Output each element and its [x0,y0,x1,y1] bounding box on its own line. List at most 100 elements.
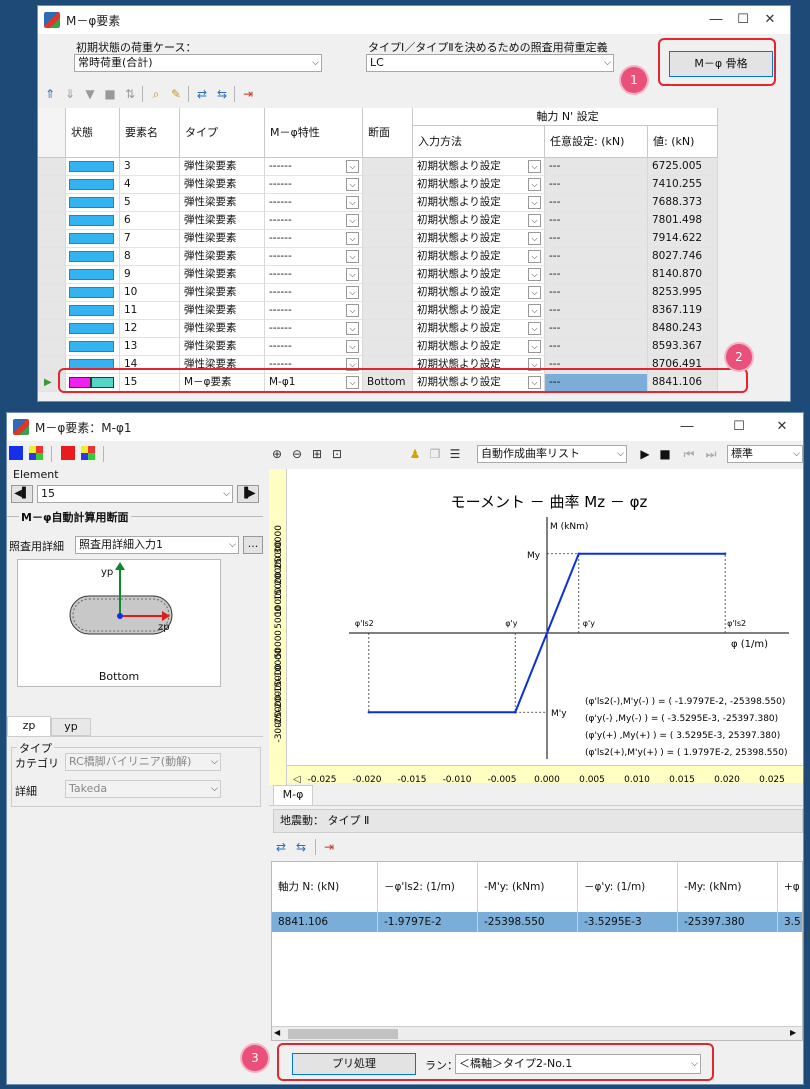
row-header[interactable] [38,302,66,320]
scroll-thumb[interactable] [288,1029,398,1039]
view-mode-select[interactable]: 標準 ⌵ [727,445,803,463]
chevron-down-icon[interactable]: ⌵ [346,196,359,209]
cell-mphi[interactable]: ------ ⌵ [265,230,363,248]
row-header[interactable] [38,248,66,266]
table-row[interactable]: 11 弾性梁要素 ------ ⌵ 初期状態より設定 ⌵ --- 8367.119 [38,302,718,320]
chevron-down-icon[interactable]: ⌵ [346,214,359,227]
renumber-icon[interactable]: ⇆ [293,839,309,855]
chevron-down-icon[interactable]: ⌵ [346,160,359,173]
table-row[interactable]: 3 弾性梁要素 ------ ⌵ 初期状態より設定 ⌵ --- 6725.005 [38,158,718,176]
cell-opt[interactable]: --- [545,194,648,212]
cell-mphi[interactable]: ------ ⌵ [265,212,363,230]
table-row[interactable]: 6 弾性梁要素 ------ ⌵ 初期状態より設定 ⌵ --- 7801.498 [38,212,718,230]
chevron-down-icon[interactable]: ⌵ [528,160,541,173]
sort-icon[interactable]: ⇅ [122,86,138,102]
chevron-down-icon[interactable]: ⌵ [528,286,541,299]
row-header[interactable] [38,284,66,302]
scroll-right-icon[interactable]: ▶ [790,1028,796,1037]
table-row[interactable]: 4 弾性梁要素 ------ ⌵ 初期状態より設定 ⌵ --- 7410.255 [38,176,718,194]
search-icon[interactable]: ⌕ [148,86,164,102]
cell-mphi[interactable]: ------ ⌵ [265,248,363,266]
curve-list-select[interactable]: 自動作成曲率リスト ⌵ [477,445,627,463]
maximize-icon[interactable]: ☐ [728,10,758,30]
swap-icon[interactable]: ⇄ [194,86,210,102]
cell-method[interactable]: 初期状態より設定 ⌵ [413,302,545,320]
maximize-icon[interactable]: ☐ [719,417,759,437]
color-palette-icon[interactable] [29,446,43,460]
chevron-down-icon[interactable]: ⌵ [346,304,359,317]
copy-icon[interactable]: ❐ [427,446,443,462]
zoom-out-icon[interactable]: ⊖ [289,446,305,462]
cell-mphi[interactable]: ------ ⌵ [265,158,363,176]
row-header[interactable] [38,194,66,212]
chevron-down-icon[interactable]: ⌵ [346,340,359,353]
table-row[interactable]: 13 弾性梁要素 ------ ⌵ 初期状態より設定 ⌵ --- 8593.367 [38,338,718,356]
minimize-icon[interactable]: ― [667,417,707,437]
tab-zp[interactable]: zp [7,716,51,736]
table-row[interactable]: 12 弾性梁要素 ------ ⌵ 初期状態より設定 ⌵ --- 8480.243 [38,320,718,338]
close-icon[interactable]: ✕ [762,417,802,437]
chevron-down-icon[interactable]: ⌵ [346,322,359,335]
table-row[interactable]: 7 弾性梁要素 ------ ⌵ 初期状態より設定 ⌵ --- 7914.622 [38,230,718,248]
element-select[interactable]: 15 ⌵ [37,485,233,503]
export-icon[interactable]: ⇥ [240,86,256,102]
cell-method[interactable]: 初期状態より設定 ⌵ [413,158,545,176]
cell-method[interactable]: 初期状態より設定 ⌵ [413,230,545,248]
run-select[interactable]: ＜橋軸＞タイプ2-No.1 ⌵ [455,1054,701,1074]
cell-opt[interactable]: --- [545,248,648,266]
initial-case-select[interactable]: 常時荷重(合計) ⌵ [74,54,322,72]
chevron-down-icon[interactable]: ⌵ [346,178,359,191]
cell-mphi[interactable]: ------ ⌵ [265,176,363,194]
step-forward-icon[interactable]: ⏭ [703,446,719,462]
chevron-down-icon[interactable]: ⌵ [528,214,541,227]
chevron-down-icon[interactable]: ⌵ [528,196,541,209]
cell-mphi[interactable]: ------ ⌵ [265,338,363,356]
cell-opt[interactable]: --- [545,284,648,302]
chevron-down-icon[interactable]: ⌵ [528,322,541,335]
person-icon[interactable]: ♟ [407,446,423,462]
row-header[interactable] [38,320,66,338]
table-row[interactable]: 9 弾性梁要素 ------ ⌵ 初期状態より設定 ⌵ --- 8140.870 [38,266,718,284]
cell-method[interactable]: 初期状態より設定 ⌵ [413,284,545,302]
cell-mphi[interactable]: ------ ⌵ [265,302,363,320]
detail-select[interactable]: 照査用詳細入力1 ⌵ [75,536,239,554]
row-header[interactable] [38,158,66,176]
cell-method[interactable]: 初期状態より設定 ⌵ [413,266,545,284]
cell-method[interactable]: 初期状態より設定 ⌵ [413,194,545,212]
cell-opt[interactable]: --- [545,212,648,230]
stop-icon[interactable]: ■ [657,446,673,462]
cell-opt[interactable]: --- [545,158,648,176]
horizontal-scrollbar[interactable]: ◀ ▶ [272,1026,802,1040]
cell-mphi[interactable]: ------ ⌵ [265,266,363,284]
color-palette-icon[interactable] [81,446,95,460]
chevron-down-icon[interactable]: ⌵ [346,268,359,281]
prev-element-button[interactable]: ◀▌ [11,485,33,503]
cell-opt[interactable]: --- [545,302,648,320]
cell-method[interactable]: 初期状態より設定 ⌵ [413,176,545,194]
cell-method[interactable]: 初期状態より設定 ⌵ [413,320,545,338]
step-back-icon[interactable]: ⏮ [681,446,697,462]
cell-opt[interactable]: --- [545,266,648,284]
cell-opt[interactable]: --- [545,176,648,194]
move-bottom-icon[interactable]: ⇓ [62,86,78,102]
cell-mphi[interactable]: ------ ⌵ [265,194,363,212]
tab-yp[interactable]: yp [51,718,91,736]
color-red-icon[interactable] [61,446,75,460]
color-blue-icon[interactable] [9,446,23,460]
cell-mphi[interactable]: ------ ⌵ [265,320,363,338]
chevron-down-icon[interactable]: ⌵ [346,232,359,245]
cell-mphi[interactable]: ------ ⌵ [265,284,363,302]
zoom-in-icon[interactable]: ⊕ [269,446,285,462]
table-row[interactable]: 8841.106 -1.9797E-2 -25398.550 -3.5295E-3 -2… [272,912,802,932]
chevron-down-icon[interactable]: ⌵ [346,286,359,299]
cell-method[interactable]: 初期状態より設定 ⌵ [413,338,545,356]
edit-doc-icon[interactable]: ✎ [168,86,184,102]
row-header[interactable] [38,212,66,230]
list-icon[interactable]: ☰ [447,446,463,462]
row-header[interactable] [38,230,66,248]
cell-opt[interactable]: --- [545,320,648,338]
chevron-down-icon[interactable]: ⌵ [528,268,541,281]
move-down-icon[interactable]: ▼ [82,86,98,102]
window-zoom-icon[interactable]: ⊡ [329,446,345,462]
type-definition-select[interactable]: LC ⌵ [366,54,614,72]
